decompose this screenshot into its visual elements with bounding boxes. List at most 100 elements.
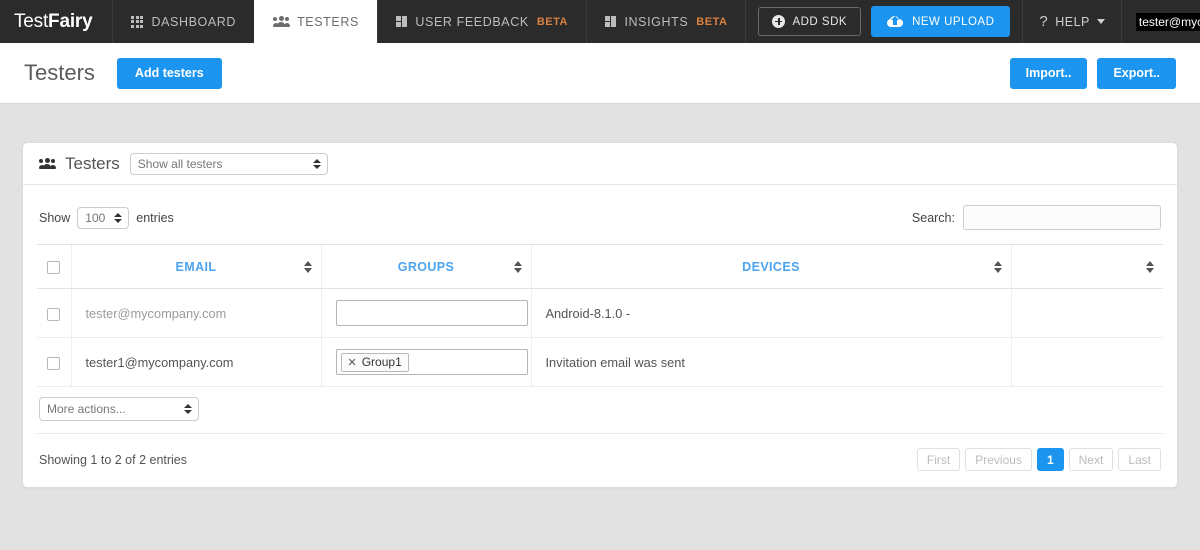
nav-item-testers[interactable]: TESTERS: [254, 0, 377, 43]
testers-panel: Testers Show all testers Show 100 entrie…: [22, 142, 1178, 488]
column-header-devices-label: DEVICES: [742, 259, 800, 274]
row-actions-cell: [1010, 337, 1163, 387]
row-select-checkbox[interactable]: [47, 307, 61, 321]
page-title: Testers: [24, 60, 95, 85]
page-content: Testers Show all testers Show 100 entrie…: [0, 104, 1200, 488]
table-length-control: Show 100 entries: [39, 206, 174, 229]
table-search-control: Search:: [912, 205, 1161, 230]
add-sdk-button-label: ADD SDK: [792, 15, 848, 28]
search-input[interactable]: [963, 205, 1161, 230]
more-actions-wrapper: More actions...: [39, 397, 199, 421]
testers-filter-select[interactable]: Show all testers: [129, 152, 328, 175]
group-tag-label: Group1: [361, 355, 402, 369]
row-email-cell: tester@mycompany.com: [70, 288, 321, 338]
table-length-select[interactable]: 100: [77, 206, 130, 229]
brand-logo-part2: Fairy: [48, 10, 93, 32]
select-all-header: [37, 244, 71, 289]
sort-arrows-icon: [1146, 260, 1154, 273]
column-header-email-label: EMAIL: [175, 259, 217, 274]
new-upload-button[interactable]: NEW UPLOAD: [871, 6, 1011, 37]
testers-panel-body: Show 100 entries Search: EMAIL GROUPS DE…: [23, 185, 1177, 487]
brand-logo[interactable]: Test Fairy: [0, 0, 112, 43]
row-select-cell: [37, 337, 71, 387]
table-row: tester1@mycompany.com ✕ Group1 Invitatio…: [37, 337, 1163, 387]
groups-input[interactable]: ✕ Group1: [335, 349, 528, 375]
nav-item-insights[interactable]: INSIGHTS BETA: [585, 0, 745, 43]
group-tag[interactable]: ✕ Group1: [340, 352, 409, 372]
testers-panel-title: Testers: [65, 153, 120, 173]
search-label: Search:: [911, 210, 955, 225]
brand-logo-part1: Test: [14, 10, 49, 32]
nav-item-dashboard-label: DASHBOARD: [151, 14, 237, 29]
row-groups-cell: [320, 288, 531, 338]
row-select-checkbox[interactable]: [47, 356, 61, 370]
groups-input[interactable]: [335, 300, 528, 326]
column-header-actions[interactable]: [1010, 244, 1163, 289]
people-icon: [272, 15, 290, 28]
row-devices-cell: Invitation email was sent: [530, 337, 1011, 387]
table-length-prefix: Show: [39, 210, 71, 225]
pagination-last-button[interactable]: Last: [1118, 448, 1161, 471]
table-header-row: EMAIL GROUPS DEVICES: [37, 244, 1163, 289]
blocks-icon: [604, 15, 617, 28]
sort-arrows-icon: [513, 260, 522, 273]
row-actions-cell: [1010, 288, 1163, 338]
plus-circle-icon: [772, 15, 786, 28]
page-sub-header: Testers Add testers Import.. Export..: [0, 43, 1200, 104]
help-menu-label: HELP: [1055, 14, 1090, 29]
table-row: tester@mycompany.com Android-8.1.0 -: [37, 288, 1163, 338]
nav-item-insights-beta-badge: BETA: [696, 15, 728, 28]
pagination: First Previous 1 Next Last: [916, 448, 1161, 471]
table-info-text: Showing 1 to 2 of 2 entries: [39, 452, 188, 467]
nav-action-buttons: ADD SDK NEW UPLOAD: [745, 0, 1022, 43]
testers-table: EMAIL GROUPS DEVICES tester@mycompany.co…: [37, 244, 1163, 387]
testers-table-head: EMAIL GROUPS DEVICES: [37, 244, 1163, 289]
nav-item-testers-label: TESTERS: [297, 14, 359, 29]
more-actions-select[interactable]: More actions...: [39, 397, 199, 421]
help-menu[interactable]: ? HELP: [1022, 0, 1121, 43]
grid-icon: [131, 15, 144, 28]
chevron-down-icon: [1096, 19, 1105, 24]
add-sdk-button[interactable]: ADD SDK: [758, 7, 862, 36]
nav-item-user-feedback[interactable]: USER FEEDBACK BETA: [376, 0, 586, 43]
pagination-page-1-button[interactable]: 1: [1036, 448, 1064, 471]
column-header-devices[interactable]: DEVICES: [530, 244, 1011, 289]
table-length-suffix: entries: [136, 210, 174, 225]
nav-item-insights-label: INSIGHTS: [624, 14, 689, 29]
pagination-first-button[interactable]: First: [916, 448, 961, 471]
column-header-groups-label: GROUPS: [397, 259, 455, 274]
pagination-next-button[interactable]: Next: [1068, 448, 1114, 471]
table-footer: Showing 1 to 2 of 2 entries First Previo…: [37, 434, 1163, 487]
cloud-upload-icon: [887, 15, 904, 28]
column-header-groups[interactable]: GROUPS: [320, 244, 531, 289]
row-select-cell: [37, 288, 71, 338]
table-length-wrapper: 100: [77, 206, 130, 229]
testers-filter-wrapper: Show all testers: [129, 152, 328, 175]
people-icon: [38, 157, 56, 170]
new-upload-button-label: NEW UPLOAD: [912, 15, 995, 28]
select-all-checkbox[interactable]: [47, 260, 61, 274]
export-button[interactable]: Export..: [1097, 57, 1176, 89]
bulk-actions-row: More actions...: [37, 387, 1163, 434]
blocks-icon: [395, 15, 408, 28]
testers-panel-header: Testers Show all testers: [23, 143, 1177, 185]
column-header-email[interactable]: EMAIL: [70, 244, 321, 289]
nav-item-user-feedback-label: USER FEEDBACK: [415, 14, 529, 29]
top-navigation-bar: Test Fairy DASHBOARD TESTERS USER FEEDBAC…: [0, 0, 1200, 43]
user-account-menu[interactable]: tester@mycompany.com: [1120, 0, 1200, 43]
user-email-label: tester@mycompany.com: [1135, 12, 1200, 31]
remove-group-icon[interactable]: ✕: [348, 356, 357, 369]
sort-arrows-icon: [303, 260, 312, 273]
row-groups-cell: ✕ Group1: [320, 337, 531, 387]
question-mark-icon: ?: [1039, 13, 1049, 30]
table-controls: Show 100 entries Search:: [37, 199, 1163, 244]
row-devices-cell: Android-8.1.0 -: [530, 288, 1011, 338]
import-button[interactable]: Import..: [1009, 57, 1088, 89]
nav-item-user-feedback-beta-badge: BETA: [536, 15, 568, 28]
testers-table-body: tester@mycompany.com Android-8.1.0 - tes…: [37, 288, 1163, 387]
sort-arrows-icon: [993, 260, 1002, 273]
add-testers-button[interactable]: Add testers: [116, 57, 222, 89]
pagination-previous-button[interactable]: Previous: [965, 448, 1032, 471]
row-email-cell: tester1@mycompany.com: [70, 337, 321, 387]
nav-item-dashboard[interactable]: DASHBOARD: [112, 0, 254, 43]
